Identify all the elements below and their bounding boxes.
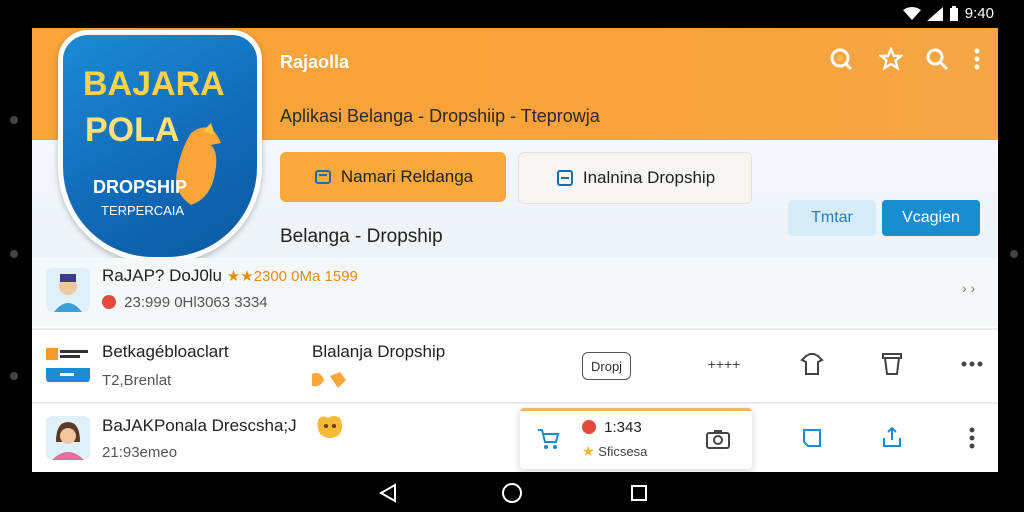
list-item[interactable]: RaJAP? DoJ0lu ★★2300 0Ma 1599 23:999 0Hl… xyxy=(32,258,998,326)
row-sub: T2,Brenlat xyxy=(102,372,172,389)
emoji-icon xyxy=(317,416,342,438)
frame-icon[interactable] xyxy=(798,424,826,452)
cart-icon[interactable] xyxy=(534,425,562,453)
popup-line1: 1:343 xyxy=(582,419,642,436)
logo-line2: POLA xyxy=(85,111,180,149)
trash-icon[interactable] xyxy=(878,350,906,378)
star-outline-icon[interactable] xyxy=(878,46,904,72)
logo-line3: DROPSHIP xyxy=(93,177,188,197)
avatar xyxy=(46,268,90,312)
logo-line1: BAJARA xyxy=(83,65,225,103)
shirt-icon[interactable] xyxy=(798,350,826,378)
list-item[interactable]: BaJAKPonala Drescsha;J 21:93emeo xyxy=(32,402,998,472)
side-dot xyxy=(10,116,18,124)
status-dot-icon xyxy=(102,295,116,309)
more-vert-icon[interactable] xyxy=(958,424,986,452)
list-item[interactable]: Betkagébloaclart Blalanja Dropship T2,Br… xyxy=(32,328,998,402)
lens-icon[interactable] xyxy=(828,46,854,72)
side-dot xyxy=(1010,250,1018,258)
tmtar-button[interactable]: Tmtar xyxy=(788,200,876,236)
inalnina-dropship-button[interactable]: Inalnina Dropship xyxy=(518,152,752,204)
status-icons: 9:40 xyxy=(902,5,994,22)
app-screen: Rajaolla Aplikasi Belanga - Dropshiip - … xyxy=(32,28,998,472)
camera-icon[interactable] xyxy=(704,425,732,453)
home-icon[interactable] xyxy=(501,482,523,504)
app-logo: BAJARA POLA DROPSHIP TERPERCAIA xyxy=(58,30,262,262)
popup-line2: ★ Sficsesa xyxy=(582,443,648,459)
popup-card[interactable]: 1:343 ★ Sficsesa xyxy=(520,408,752,469)
rating-text: ★★2300 0Ma 1599 xyxy=(226,268,358,285)
status-dot-icon xyxy=(582,420,596,434)
avatar xyxy=(46,416,90,460)
row-sub: 21:93emeo xyxy=(102,444,178,461)
nav-bar xyxy=(0,472,1024,512)
battery-icon xyxy=(949,5,958,21)
side-dot xyxy=(10,250,18,258)
app-subtitle: Aplikasi Belanga - Dropshiip - Tteprowja xyxy=(280,106,600,126)
status-bar: 9:40 xyxy=(0,0,1024,28)
inalnina-dropship-label: Inalnina Dropship xyxy=(582,168,716,187)
row-mid-title: Blalanja Dropship xyxy=(312,342,446,361)
clipboard-icon xyxy=(556,170,573,186)
row-title: BaJAKPonala Drescsha;J xyxy=(102,416,297,435)
store-icon xyxy=(46,344,90,384)
vcagien-button[interactable]: Vcagien xyxy=(882,200,980,236)
recents-icon[interactable] xyxy=(628,482,650,504)
row-title: RaJAP? DoJ0lu ★★2300 0Ma 1599 xyxy=(102,266,358,285)
status-time: 9:40 xyxy=(964,5,994,22)
namari-reldanga-label: Namari Reldanga xyxy=(340,167,474,186)
more-horiz-icon[interactable] xyxy=(958,350,986,378)
share-icon[interactable] xyxy=(878,424,906,452)
more-vert-icon[interactable] xyxy=(964,46,990,72)
dropship-tag[interactable]: Dropj xyxy=(582,352,632,380)
side-dot xyxy=(10,372,18,380)
dots-icon[interactable]: ++++ xyxy=(704,350,744,378)
app-title: Rajaolla xyxy=(280,52,350,72)
back-icon[interactable] xyxy=(377,482,399,504)
section-title: Belanga - Dropship xyxy=(280,226,443,247)
bird-icon xyxy=(312,372,346,388)
star-icon: ★ xyxy=(582,443,595,459)
wifi-icon xyxy=(902,6,921,20)
row-title: Betkagébloaclart xyxy=(102,342,229,361)
search-icon[interactable] xyxy=(924,46,950,72)
row-sub: 23:999 0Hl3063 3334 xyxy=(102,294,268,311)
signal-icon xyxy=(926,6,943,21)
logo-line4: TERPERCAIA xyxy=(101,203,185,218)
namari-reldanga-button[interactable]: Namari Reldanga xyxy=(280,152,506,202)
cart-icon xyxy=(314,170,331,184)
chevron-right-icon[interactable]: › › xyxy=(962,280,975,296)
